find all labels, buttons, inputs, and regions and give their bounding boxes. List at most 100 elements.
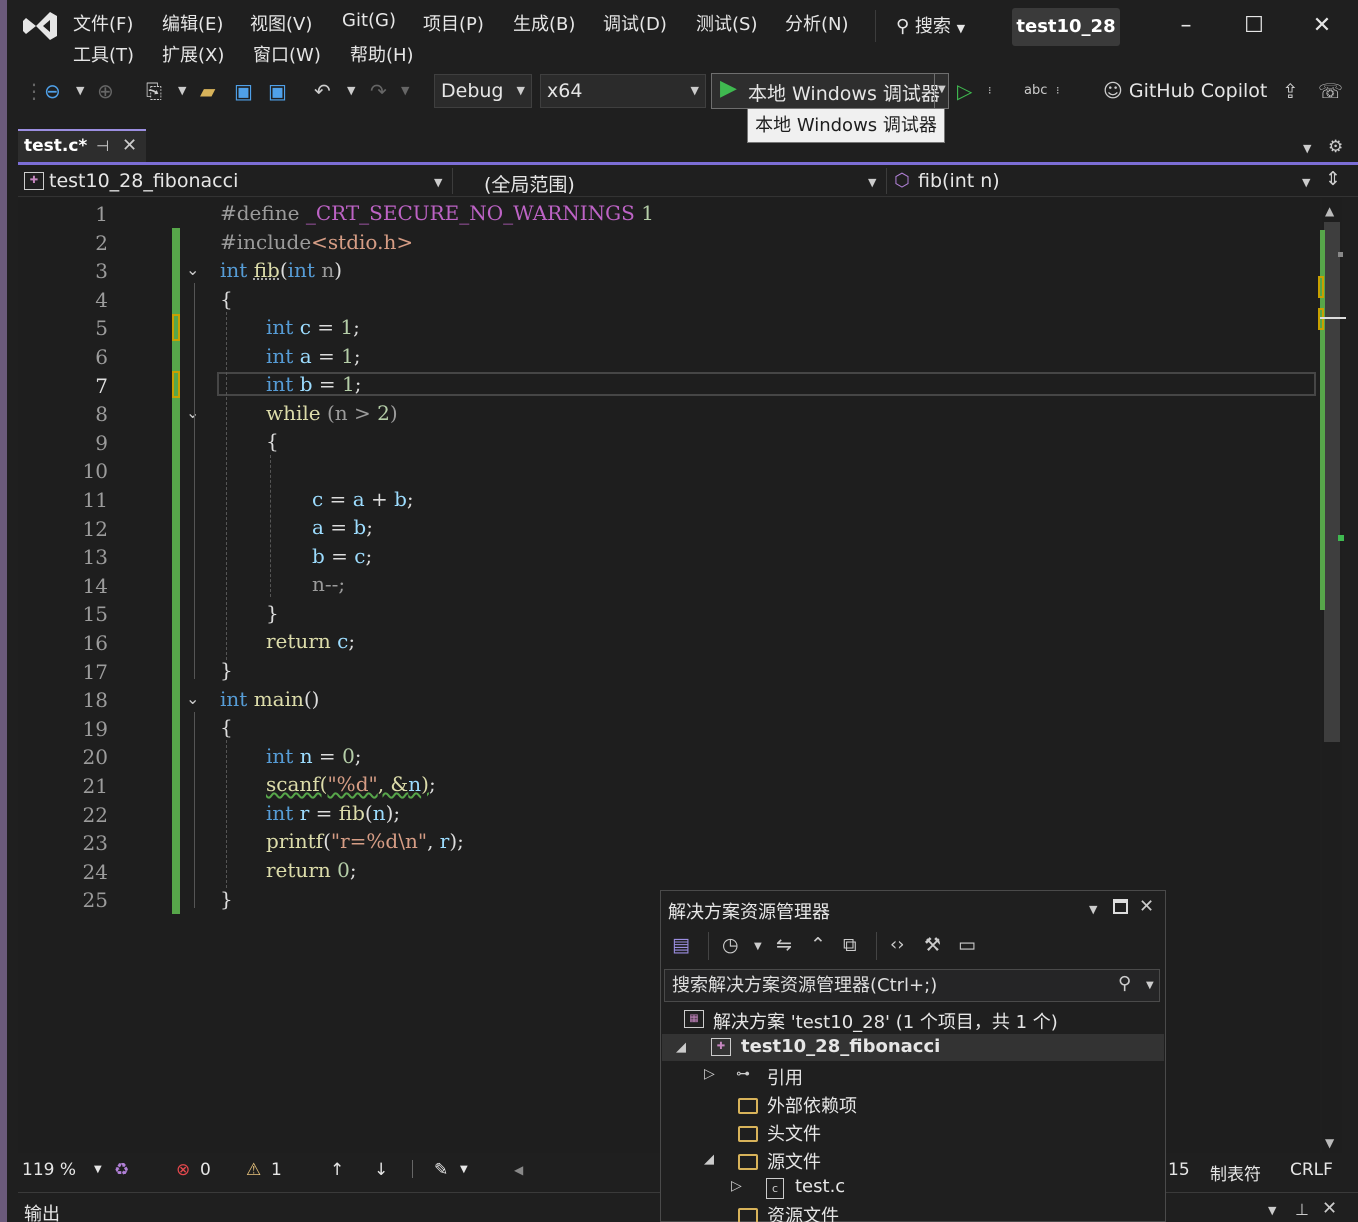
zoom-level[interactable]: 119 % — [22, 1160, 76, 1180]
line-ending-indicator[interactable]: CRLF — [1290, 1160, 1333, 1180]
tree-item-test-c[interactable]: test.c — [795, 1176, 845, 1197]
tab-test-c[interactable]: test.c* ⊣ ✕ — [18, 129, 146, 162]
show-all-files-icon[interactable]: ⧉ — [843, 934, 857, 956]
menu-window[interactable]: 窗口(W) — [253, 41, 321, 67]
warning-count[interactable]: 1 — [271, 1160, 282, 1180]
tree-item-headers[interactable]: 头文件 — [767, 1120, 821, 1146]
solution-title[interactable]: test10_28 — [1012, 8, 1120, 46]
chevron-down-icon[interactable]: ▼ — [434, 176, 442, 189]
close-icon[interactable]: ✕ — [1322, 1198, 1337, 1219]
code-cleanup-icon[interactable]: ✎ — [434, 1160, 448, 1180]
menu-tools[interactable]: 工具(T) — [73, 41, 134, 67]
arrow-down-icon[interactable]: ↓ — [374, 1160, 388, 1180]
maximize-icon[interactable] — [1113, 899, 1128, 914]
scroll-down-icon[interactable]: ▼ — [1325, 1136, 1334, 1150]
spellcheck-icon[interactable]: abc — [1024, 78, 1047, 104]
project-dropdown[interactable]: test10_28_fibonacci — [49, 170, 238, 192]
close-icon[interactable]: ✕ — [1139, 896, 1154, 917]
tree-item-solution[interactable]: 解决方案 'test10_28' (1 个项目，共 1 个) — [713, 1008, 1058, 1034]
wrench-icon[interactable]: ⚒ — [924, 934, 941, 956]
collapse-all-icon[interactable]: ⌃ — [810, 934, 826, 956]
column-indicator[interactable]: 15 — [1168, 1160, 1190, 1180]
scroll-left-icon[interactable]: ◀ — [514, 1163, 523, 1177]
menu-view[interactable]: 视图(V) — [250, 10, 312, 36]
solution-explorer-title[interactable]: 解决方案资源管理器 — [668, 898, 830, 924]
tree-item-project[interactable]: test10_28_fibonacci — [741, 1036, 940, 1057]
solution-search-input[interactable]: 搜索解决方案资源管理器(Ctrl+;) — [664, 969, 1160, 1002]
chevron-down-icon[interactable]: ▼ — [1302, 176, 1310, 189]
preview-icon[interactable]: ▭ — [958, 934, 976, 956]
save-icon[interactable]: ▣ — [234, 78, 253, 104]
expanded-arrow-icon[interactable]: ◢ — [704, 1152, 714, 1167]
menu-edit[interactable]: 编辑(E) — [162, 10, 223, 36]
open-folder-icon[interactable]: ▰ — [200, 78, 215, 104]
menu-debug[interactable]: 调试(D) — [603, 10, 667, 36]
chevron-down-icon[interactable]: ▼ — [754, 941, 762, 952]
tree-item-external[interactable]: 外部依赖项 — [767, 1092, 857, 1118]
scope-dropdown[interactable]: (全局范围) — [484, 170, 575, 197]
scroll-up-icon[interactable]: ▲ — [1325, 204, 1334, 218]
share-icon[interactable]: ⇪ — [1282, 78, 1299, 104]
scrollbar-thumb[interactable] — [1324, 222, 1340, 742]
chevron-down-icon[interactable]: ▼ — [868, 176, 876, 189]
collapsed-arrow-icon[interactable]: ▷ — [704, 1066, 715, 1082]
pin-icon[interactable]: ⊣ — [96, 137, 109, 155]
tree-item-sources[interactable]: 源文件 — [767, 1148, 821, 1174]
tree-item-resources[interactable]: 资源文件 — [767, 1202, 839, 1222]
expanded-arrow-icon[interactable]: ◢ — [676, 1040, 686, 1055]
menu-extensions[interactable]: 扩展(X) — [162, 41, 224, 67]
tree-item-references[interactable]: 引用 — [767, 1064, 803, 1090]
warning-icon[interactable]: ⚠ — [246, 1160, 261, 1180]
health-icon[interactable]: ♻ — [114, 1160, 129, 1180]
new-project-icon[interactable]: ⎘ — [146, 78, 162, 104]
back-icon[interactable]: ⊖ — [44, 78, 61, 104]
collapsed-arrow-icon[interactable]: ▷ — [731, 1178, 742, 1194]
error-count[interactable]: 0 — [200, 1160, 211, 1180]
undo-icon[interactable]: ↶ — [314, 78, 331, 104]
search-button[interactable]: ⚲ 搜索 ▼ — [896, 12, 965, 38]
pending-changes-icon[interactable]: ◷ — [722, 934, 739, 956]
fold-toggle-icon[interactable]: ⌄ — [186, 262, 202, 278]
menu-help[interactable]: 帮助(H) — [350, 41, 414, 67]
start-without-debugging-icon[interactable]: ▷ — [957, 78, 972, 104]
search-icon[interactable]: ⚲ — [1118, 973, 1131, 994]
menu-project[interactable]: 项目(P) — [423, 10, 484, 36]
undo-dropdown-icon[interactable]: ▼ — [347, 78, 355, 104]
feedback-icon[interactable]: ☏ — [1318, 78, 1343, 104]
overflow-icon[interactable]: ⁝ — [1056, 78, 1060, 104]
menu-build[interactable]: 生成(B) — [513, 10, 575, 36]
switch-views-icon[interactable]: ▤ — [672, 934, 690, 956]
github-copilot-button[interactable]: ☺ GitHub Copilot — [1103, 80, 1267, 102]
chevron-down-icon[interactable]: ▼ — [94, 1164, 102, 1175]
chevron-down-icon[interactable]: ▼ — [1268, 1204, 1276, 1217]
configuration-select[interactable]: Debug ▼ — [434, 74, 532, 108]
redo-icon[interactable]: ↷ — [370, 78, 387, 104]
minimize-button[interactable]: – — [1172, 12, 1200, 40]
gear-icon[interactable]: ⚙ — [1328, 137, 1343, 157]
back-dropdown-icon[interactable]: ▼ — [76, 78, 84, 104]
close-button[interactable]: ✕ — [1308, 12, 1336, 40]
output-title[interactable]: 输出 — [24, 1200, 60, 1222]
overflow-icon[interactable]: ⁝ — [988, 78, 992, 104]
sync-icon[interactable]: ⇋ — [776, 934, 792, 956]
pin-icon[interactable]: ⊥ — [1295, 1200, 1309, 1219]
indentation-indicator[interactable]: 制表符 — [1210, 1160, 1261, 1185]
arrow-up-icon[interactable]: ↑ — [330, 1160, 344, 1180]
chevron-down-icon[interactable]: ▼ — [1089, 903, 1097, 916]
new-dropdown-icon[interactable]: ▼ — [178, 78, 186, 104]
menu-test[interactable]: 测试(S) — [696, 10, 757, 36]
chevron-down-icon[interactable]: ▼ — [938, 84, 946, 95]
split-window-icon[interactable]: ⇕ — [1325, 168, 1341, 190]
tab-list-dropdown-icon[interactable]: ▼ — [1303, 142, 1311, 155]
redo-dropdown-icon[interactable]: ▼ — [401, 78, 409, 104]
close-tab-icon[interactable]: ✕ — [122, 135, 137, 156]
menu-analyze[interactable]: 分析(N) — [785, 10, 849, 36]
chevron-down-icon[interactable]: ▼ — [460, 1164, 468, 1175]
menu-file[interactable]: 文件(F) — [73, 10, 133, 36]
save-all-icon[interactable]: ▣ — [268, 78, 287, 104]
forward-icon[interactable]: ⊕ — [97, 78, 114, 104]
start-debugging-button[interactable]: ▶ 本地 Windows 调试器 ▼ — [711, 73, 949, 109]
fold-toggle-icon[interactable]: ⌄ — [186, 691, 202, 707]
member-dropdown[interactable]: fib(int n) — [918, 170, 1000, 192]
error-icon[interactable]: ⊗ — [176, 1160, 190, 1180]
